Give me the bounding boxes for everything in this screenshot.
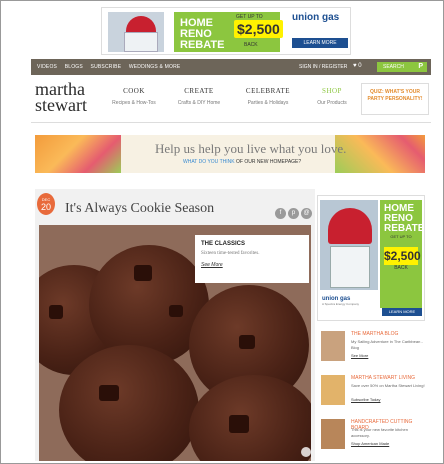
side-ad-rebate-panel: HOME RENO REBATE GET UP TO $2,500 BACK [380, 200, 425, 308]
side-ad-sponsor: union gas A Spectra Energy Company [322, 296, 360, 306]
heart-count: 0 [358, 63, 362, 69]
article-caption-card: THE CLASSICS Sixteen time-tested favorit… [195, 235, 309, 283]
site-logo[interactable]: martha stewart [35, 80, 87, 114]
top-banner-ad[interactable]: HOME RENO REBATE GET UP TO $2,500 BACK u… [101, 7, 351, 55]
nav-celebrate[interactable]: CELEBRATE Parties & Holidays [237, 87, 299, 106]
nav-link-blogs[interactable]: BLOGS [65, 64, 83, 70]
search-icon[interactable]: P [418, 62, 423, 72]
email-icon[interactable]: @ [301, 208, 312, 219]
side-ad-hat-image [328, 208, 372, 244]
social-share: f p @ [275, 201, 314, 219]
promo-thumb [321, 331, 345, 361]
side-ad-offer-suffix: BACK [394, 265, 408, 271]
promo-thumb [321, 375, 345, 405]
quiz-promo[interactable]: QUIZ: WHAT'S YOUR PARTY PERSONALITY! [361, 83, 429, 115]
promo-link[interactable]: Shop American Made [351, 441, 389, 446]
banner-headline: Help us help you live what you love. [155, 141, 347, 156]
caption-description: Sixteen time-tested favorites. [201, 251, 260, 256]
nav-link-videos[interactable]: VIDEOS [37, 64, 57, 70]
nav-cook[interactable]: COOK Recipes & How-Tos [109, 87, 159, 106]
side-banner-ad[interactable]: HOME RENO REBATE GET UP TO $2,500 BACK u… [317, 195, 425, 321]
nav-create[interactable]: CREATE Crafts & DIY Home [171, 87, 227, 106]
date-badge: DEC 20 [37, 193, 55, 215]
article-title[interactable]: It's Always Cookie Season [65, 201, 214, 217]
ad-headline: HOME RENO REBATE [180, 17, 225, 51]
banner-subline: WHAT DO YOU THINK OF OUR NEW HOMEPAGE? [183, 159, 302, 165]
flowers-decoration-left [35, 135, 121, 173]
promo-thumb [321, 419, 345, 449]
pinterest-icon[interactable]: p [288, 208, 299, 219]
search-label: SEARCH [383, 64, 404, 70]
nav-link-subscribe[interactable]: SUBSCRIBE [91, 64, 122, 70]
ad-learn-more-button[interactable]: LEARN MORE [292, 38, 348, 48]
signin-link[interactable]: SIGN IN / REGISTER [299, 64, 347, 70]
promo-magazine[interactable]: MARTHA STEWART LIVING Save over 50% on M… [319, 373, 429, 413]
ad-amount: $2,500 [234, 20, 283, 38]
utility-nav: VIDEOS BLOGS SUBSCRIBE WEDDINGS & MORE S… [31, 59, 431, 75]
search-input[interactable]: SEARCH P [377, 62, 427, 72]
union-gas-logo: union gas [292, 12, 340, 23]
promo-cutting-board[interactable]: HANDCRAFTED CUTTING BOARD This is your n… [319, 417, 429, 457]
side-ad-house-image [320, 200, 378, 290]
flowers-decoration-right [335, 135, 425, 173]
side-ad-headline: HOME RENO REBATE [384, 203, 425, 234]
banner-feedback-link[interactable]: WHAT DO YOU THINK [183, 159, 235, 165]
side-ad-offer-prefix: GET UP TO [390, 234, 412, 239]
promo-link[interactable]: Subscribe Today [351, 397, 381, 402]
feature-article: DEC 20 It's Always Cookie Season f p @ THE… [35, 189, 315, 461]
promo-link[interactable]: See More [351, 353, 368, 358]
nav-shop[interactable]: SHOP Our Products [307, 87, 357, 106]
main-header: martha stewart COOK Recipes & How-Tos CR… [31, 77, 431, 123]
ad-house-image [108, 12, 164, 52]
see-more-link[interactable]: See More [201, 262, 303, 268]
ad-sponsor: union gas LEARN MORE [292, 12, 348, 52]
utility-links: VIDEOS BLOGS SUBSCRIBE WEDDINGS & MORE [37, 64, 186, 70]
ad-rebate-panel: HOME RENO REBATE GET UP TO $2,500 BACK [174, 12, 283, 52]
pin-icon[interactable] [301, 447, 311, 457]
page-frame: HOME RENO REBATE GET UP TO $2,500 BACK u… [0, 0, 444, 464]
side-ad-amount: $2,500 [384, 247, 421, 265]
heart-icon[interactable]: ♥ 0 [353, 63, 362, 69]
cookie-photo[interactable]: THE CLASSICS Sixteen time-tested favorit… [39, 225, 311, 461]
side-ad-learn-more-button[interactable]: LEARN MORE [382, 308, 422, 316]
promo-martha-blog[interactable]: THE MARTHA BLOG My Sailing Adventure in … [319, 329, 429, 369]
facebook-icon[interactable]: f [275, 208, 286, 219]
caption-title: THE CLASSICS [201, 241, 246, 247]
ad-offer-suffix: BACK [244, 42, 258, 48]
nav-link-weddings[interactable]: WEDDINGS & MORE [129, 64, 181, 70]
feedback-banner[interactable]: Help us help you live what you love. WHA… [35, 135, 425, 173]
